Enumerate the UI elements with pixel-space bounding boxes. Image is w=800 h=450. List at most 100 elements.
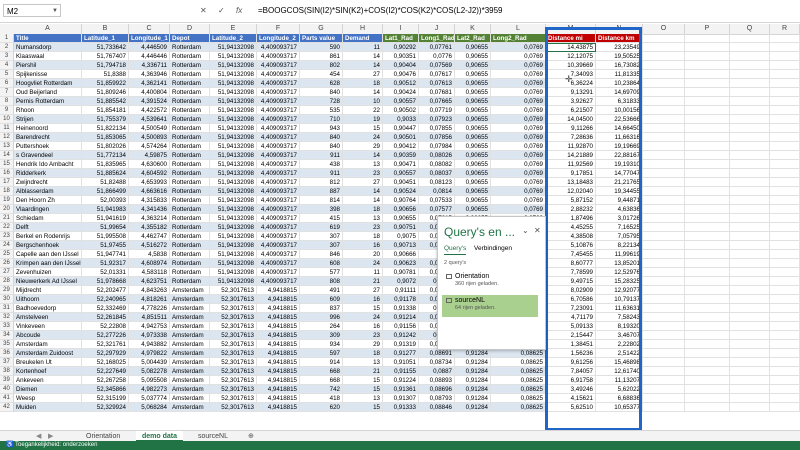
cell[interactable]: Amsterdam Zuidoost — [14, 349, 82, 358]
empty-cell[interactable] — [730, 232, 770, 241]
cell[interactable]: 0,0769 — [491, 151, 546, 160]
cell[interactable]: Rotterdam — [170, 250, 210, 259]
cell[interactable]: Uithoorn — [14, 295, 82, 304]
cell[interactable]: 4,355182 — [129, 223, 170, 232]
empty-cell[interactable] — [770, 61, 800, 70]
cell[interactable]: 0,08734 — [419, 358, 455, 367]
cell[interactable]: 22 — [343, 106, 383, 115]
cell[interactable]: 619 — [300, 223, 343, 232]
cell[interactable]: 0,90655 — [455, 88, 491, 97]
row-number[interactable]: 41 — [0, 394, 14, 403]
empty-cell[interactable] — [730, 322, 770, 331]
row-number[interactable]: 36 — [0, 349, 14, 358]
empty-cell[interactable] — [643, 385, 685, 394]
cell[interactable]: 21 — [343, 277, 383, 286]
cell[interactable]: Rotterdam — [170, 61, 210, 70]
cell[interactable]: Amsterdam — [170, 403, 210, 412]
cell[interactable]: s Gravendeel — [14, 151, 82, 160]
empty-cell[interactable] — [643, 268, 685, 277]
cell[interactable]: 0,90655 — [455, 160, 491, 169]
cell[interactable]: 13 — [343, 160, 383, 169]
cell[interactable]: 23 — [343, 331, 383, 340]
cell[interactable]: 51,94132098 — [210, 106, 257, 115]
cell[interactable]: 4,409093717 — [257, 205, 300, 214]
empty-cell[interactable] — [770, 214, 800, 223]
tab-connections[interactable]: Verbindingen — [474, 245, 512, 252]
empty-cell[interactable] — [770, 286, 800, 295]
cell[interactable]: 728 — [300, 97, 343, 106]
cell[interactable]: 0,9072 — [383, 277, 419, 286]
cell[interactable]: 934 — [300, 340, 343, 349]
column-header-g[interactable]: G — [300, 24, 343, 34]
empty-cell[interactable] — [685, 34, 730, 43]
cell[interactable]: 51,822134 — [82, 124, 129, 133]
column-header-c[interactable]: C — [129, 24, 170, 34]
cell[interactable]: 10,39669 — [546, 61, 596, 70]
cell[interactable]: 15 — [343, 124, 383, 133]
cell[interactable]: 0,90713 — [383, 241, 419, 250]
cell[interactable]: 51,809246 — [82, 88, 129, 97]
cell[interactable]: 0,08625 — [491, 367, 546, 376]
cell[interactable]: 577 — [300, 268, 343, 277]
cell[interactable]: Barendrecht — [14, 133, 82, 142]
empty-cell[interactable] — [730, 394, 770, 403]
cell[interactable]: 0,91242 — [383, 331, 419, 340]
row-number[interactable]: 13 — [0, 142, 14, 151]
cell[interactable]: 7,05795 — [596, 232, 643, 241]
cell[interactable]: 51,802026 — [82, 142, 129, 151]
empty-cell[interactable] — [685, 376, 730, 385]
cell[interactable]: 4,942753 — [129, 322, 170, 331]
empty-cell[interactable] — [685, 268, 730, 277]
cell[interactable]: 52,3017613 — [210, 304, 257, 313]
empty-cell[interactable] — [770, 196, 800, 205]
row-number[interactable]: 24 — [0, 241, 14, 250]
cell[interactable]: 4,9418815 — [257, 340, 300, 349]
cell[interactable]: 5,09133 — [546, 322, 596, 331]
cell[interactable]: 51,8388 — [82, 70, 129, 79]
row-number[interactable]: 4 — [0, 61, 14, 70]
row-number[interactable]: 15 — [0, 160, 14, 169]
empty-cell[interactable] — [730, 358, 770, 367]
cell[interactable]: 0,90655 — [455, 61, 491, 70]
cell[interactable]: Rotterdam — [170, 223, 210, 232]
cell[interactable]: 4,38508 — [546, 232, 596, 241]
row-number[interactable]: 18 — [0, 187, 14, 196]
column-header-q[interactable]: Q — [730, 24, 770, 34]
cell[interactable]: 4,608974 — [129, 259, 170, 268]
cell[interactable]: 51,859922 — [82, 79, 129, 88]
cell[interactable]: Rotterdam — [170, 52, 210, 61]
empty-cell[interactable] — [643, 70, 685, 79]
function-icon[interactable]: fx — [236, 4, 242, 17]
empty-cell[interactable] — [770, 385, 800, 394]
cell[interactable]: 812 — [300, 178, 343, 187]
cell[interactable]: 0,90655 — [455, 43, 491, 52]
row-number[interactable]: 32 — [0, 313, 14, 322]
cell[interactable]: 5,87152 — [546, 196, 596, 205]
cell[interactable]: Rotterdam — [170, 79, 210, 88]
cell[interactable]: Spijkenisse — [14, 70, 82, 79]
cell[interactable]: 4,446509 — [129, 43, 170, 52]
empty-cell[interactable] — [730, 151, 770, 160]
empty-cell[interactable] — [643, 178, 685, 187]
cell[interactable]: 51,99654 — [82, 223, 129, 232]
cell[interactable]: 5,082278 — [129, 367, 170, 376]
empty-cell[interactable] — [685, 43, 730, 52]
column-header-j[interactable]: J — [419, 24, 455, 34]
column-title[interactable]: Long1_Rad — [419, 34, 455, 43]
cell[interactable]: 2,15447 — [546, 331, 596, 340]
empty-cell[interactable] — [730, 385, 770, 394]
empty-cell[interactable] — [770, 241, 800, 250]
cell[interactable]: 0,90666 — [383, 250, 419, 259]
cell[interactable]: 0,0769 — [491, 178, 546, 187]
cell[interactable]: 0,07856 — [419, 133, 455, 142]
cell[interactable]: 0,08625 — [491, 349, 546, 358]
cell[interactable]: 51,94132098 — [210, 142, 257, 151]
cell[interactable]: 0,90781 — [383, 268, 419, 277]
empty-cell[interactable] — [730, 115, 770, 124]
cell[interactable]: 12,02040 — [546, 187, 596, 196]
empty-cell[interactable] — [770, 358, 800, 367]
cell[interactable]: 14 — [343, 52, 383, 61]
cell[interactable]: 51,94132098 — [210, 259, 257, 268]
column-header-a[interactable]: A — [14, 24, 82, 34]
cell[interactable]: 7,23091 — [546, 304, 596, 313]
